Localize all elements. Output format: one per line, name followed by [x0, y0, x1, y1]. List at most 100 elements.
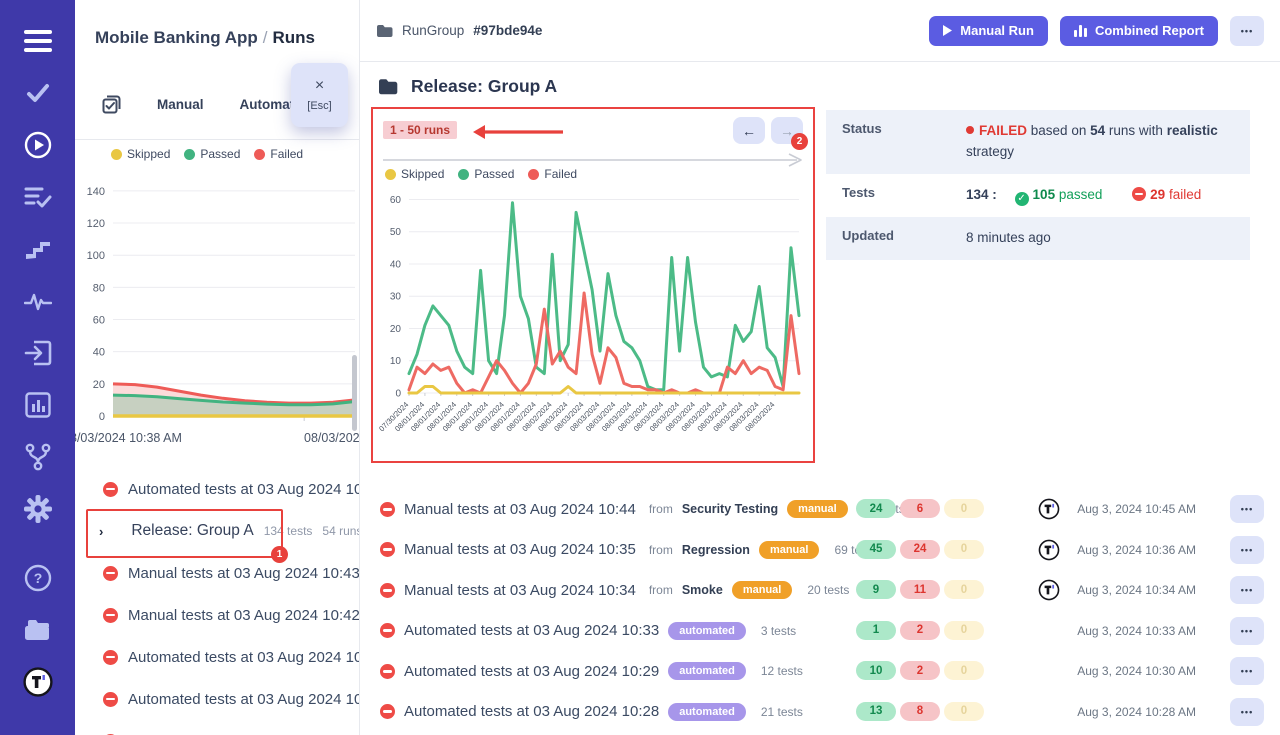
sidebar-run-item[interactable]: Automated tests at 03 Aug 2024 10	[75, 468, 360, 510]
svg-text:20: 20	[93, 379, 105, 391]
close-icon[interactable]: ×	[315, 78, 324, 94]
failed-badge: 8	[900, 702, 940, 721]
passed-badge: 9	[856, 580, 896, 599]
passed-badge: 13	[856, 702, 896, 721]
menu-icon[interactable]	[23, 26, 53, 56]
run-folder-label: Release: Group A	[131, 522, 253, 540]
chevron-right-icon[interactable]: ›	[99, 524, 103, 539]
testomat-logo	[1038, 579, 1060, 601]
play-icon	[943, 25, 952, 36]
failed-badge: 2	[900, 621, 940, 640]
play-circle-icon[interactable]	[23, 130, 53, 160]
steps-icon[interactable]	[23, 234, 53, 264]
row-more-button[interactable]: •••	[1230, 617, 1264, 645]
run-title[interactable]: Manual tests at 03 Aug 2024 10:35	[404, 541, 636, 558]
git-branch-icon[interactable]	[23, 442, 53, 472]
combined-report-button[interactable]: Combined Report	[1060, 16, 1218, 46]
run-type-pill: automated	[668, 662, 746, 680]
activity-icon[interactable]	[23, 286, 53, 316]
group-title: Release: Group A	[411, 76, 557, 97]
svg-text:20: 20	[390, 324, 402, 335]
run-item-label: Automated tests at 03 Aug 2024 10	[128, 691, 360, 708]
svg-text:60: 60	[93, 315, 105, 327]
svg-text:40: 40	[93, 347, 105, 359]
legend-item: Skipped	[111, 147, 170, 161]
run-title[interactable]: Manual tests at 03 Aug 2024 10:44	[404, 501, 636, 518]
tests-label: Tests	[842, 185, 966, 206]
row-more-button[interactable]: •••	[1230, 536, 1264, 564]
sidebar-run-item[interactable]: Automated tests at 03 Aug 2024 10	[75, 678, 360, 720]
sidebar-run-item[interactable]: Automated tests at 03 Aug 2024 1	[75, 720, 360, 735]
left-panel-scrollbar[interactable]	[352, 355, 357, 431]
x-tick-left: 8/03/2024 10:38 AM	[75, 431, 182, 445]
sidebar-run-folder[interactable]: ›Release: Group A134 tests54 runs	[75, 510, 360, 552]
run-title[interactable]: Automated tests at 03 Aug 2024 10:33	[404, 622, 659, 639]
tab-manual[interactable]: Manual	[157, 97, 204, 112]
run-row[interactable]: Automated tests at 03 Aug 2024 10:29 auto…	[360, 651, 1280, 692]
folder-icon	[378, 78, 398, 95]
bar-chart-icon[interactable]	[23, 390, 53, 420]
select-all-icon[interactable]	[101, 94, 121, 114]
suite-name: Regression	[682, 543, 750, 557]
check-icon[interactable]	[23, 78, 53, 108]
folder-runs-count: 54 runs	[322, 524, 360, 538]
from-label: from	[649, 543, 673, 557]
run-item-label: Automated tests at 03 Aug 2024 10	[128, 649, 360, 666]
row-more-button[interactable]: •••	[1230, 698, 1264, 726]
sidebar-run-item[interactable]: Automated tests at 03 Aug 2024 10	[75, 636, 360, 678]
failed-badge: 2	[900, 661, 940, 680]
list-check-icon[interactable]	[23, 182, 53, 212]
folders-icon[interactable]	[23, 615, 53, 645]
skipped-badge: 0	[944, 702, 984, 721]
failed-status-icon	[380, 664, 395, 679]
breadcrumb-project[interactable]: Mobile Banking App	[95, 28, 258, 47]
passed-badge: 10	[856, 661, 896, 680]
legend-item: Passed	[458, 167, 514, 181]
rungroup-id: #97bde94e	[473, 23, 542, 38]
passed-badge: 1	[856, 621, 896, 640]
result-badges: 45240	[856, 540, 984, 559]
svg-text:?: ?	[33, 570, 42, 586]
tests-value: 134 : ✓105 passed 29 failed	[966, 185, 1201, 206]
runs-trend-chart-panel: 1 - 50 runs ← → 2 SkippedPassedFailed 01…	[371, 107, 815, 463]
breadcrumb: Mobile Banking App/Runs	[95, 28, 315, 48]
run-title[interactable]: Manual tests at 03 Aug 2024 10:34	[404, 582, 636, 599]
run-row[interactable]: Automated tests at 03 Aug 2024 10:33auto…	[360, 611, 1280, 652]
run-row[interactable]: Manual tests at 03 Aug 2024 10:44fromSec…	[360, 489, 1280, 530]
failed-status-icon	[103, 650, 118, 665]
sign-in-icon[interactable]	[23, 338, 53, 368]
run-title[interactable]: Automated tests at 03 Aug 2024 10:29	[404, 663, 659, 680]
sidebar-run-item[interactable]: Manual tests at 03 Aug 2024 10:43	[75, 552, 360, 594]
result-badges: 2460	[856, 499, 984, 518]
legend-label: Passed	[200, 147, 240, 161]
topbar-more-button[interactable]: •••	[1230, 16, 1264, 46]
testomat-logo[interactable]	[23, 667, 53, 697]
breadcrumb-separator: /	[258, 28, 273, 47]
runs-range-label: 1 - 50 runs	[383, 121, 457, 139]
run-item-label: Automated tests at 03 Aug 2024 10	[128, 481, 360, 498]
gear-icon[interactable]	[23, 494, 53, 524]
run-type-pill: manual	[787, 500, 848, 518]
run-row[interactable]: Manual tests at 03 Aug 2024 10:34fromSmo…	[360, 570, 1280, 611]
failed-status-icon	[380, 704, 395, 719]
row-more-button[interactable]: •••	[1230, 495, 1264, 523]
run-title[interactable]: Automated tests at 03 Aug 2024 10:28	[404, 703, 659, 720]
skipped-badge: 0	[944, 621, 984, 640]
group-heading: Release: Group A	[378, 76, 557, 97]
detail-row-status: Status FAILED based on 54 runs with real…	[826, 110, 1250, 174]
manual-run-button[interactable]: Manual Run	[929, 16, 1048, 46]
row-more-button[interactable]: •••	[1230, 657, 1264, 685]
legend-label: Failed	[544, 167, 577, 181]
row-more-button[interactable]: •••	[1230, 576, 1264, 604]
sidebar-run-item[interactable]: Manual tests at 03 Aug 2024 10:42	[75, 594, 360, 636]
skipped-badge: 0	[944, 499, 984, 518]
svg-text:140: 140	[87, 186, 105, 198]
run-row[interactable]: Automated tests at 03 Aug 2024 10:28 auto…	[360, 692, 1280, 733]
help-circle-icon[interactable]: ?	[23, 563, 53, 593]
pager-prev-button[interactable]: ←	[733, 117, 765, 144]
legend-item: Passed	[184, 147, 240, 161]
run-row[interactable]: Manual tests at 03 Aug 2024 10:35 from Reg…	[360, 530, 1280, 571]
breadcrumb-current: Runs	[273, 28, 316, 47]
main-content: RunGroup #97bde94e Manual Run Combined R…	[360, 0, 1280, 735]
run-type-pill: automated	[668, 703, 746, 721]
